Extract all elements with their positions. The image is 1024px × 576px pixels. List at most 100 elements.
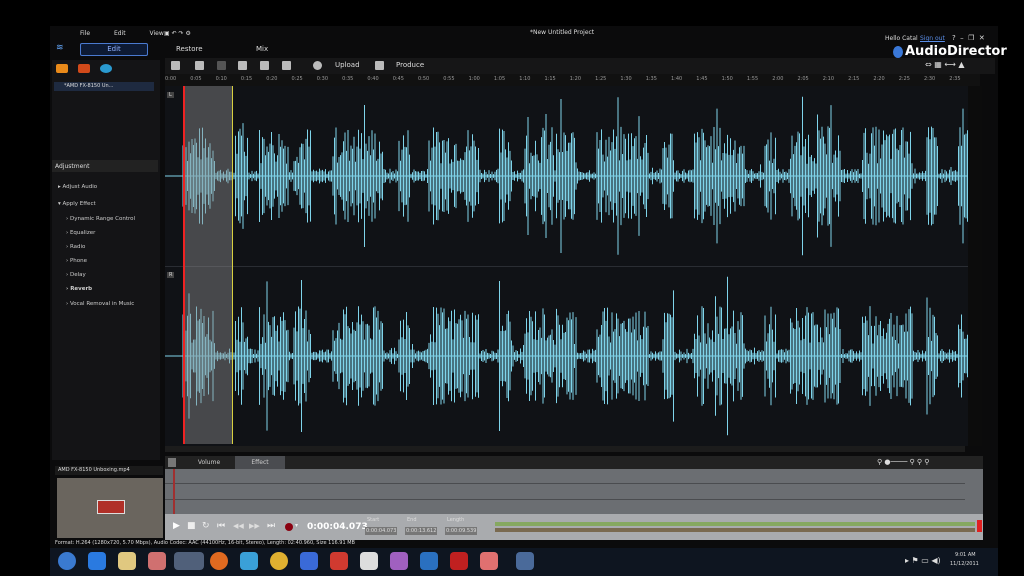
media-player-icon[interactable] <box>148 552 166 570</box>
clock-time[interactable]: 9:01 AM <box>955 552 976 558</box>
start-button[interactable] <box>58 552 76 570</box>
effect-vocal-removal[interactable]: › Vocal Removal in Music <box>66 301 134 307</box>
app-icon-5[interactable] <box>516 552 534 570</box>
explorer-icon[interactable] <box>118 552 136 570</box>
ccleaner-icon[interactable] <box>330 552 348 570</box>
app-icon-2[interactable] <box>360 552 378 570</box>
sign-out-link[interactable]: Sign out <box>920 35 945 42</box>
tray-icons[interactable]: ▸ ⚑ ▭ ◀) <box>905 556 941 565</box>
onenote-icon[interactable] <box>390 552 408 570</box>
ie-icon[interactable] <box>88 552 106 570</box>
bottom-tabs: Volume Effect ⚲ ●──── ⚲ ⚲ ⚲ <box>165 456 983 469</box>
transport-bar: ▶ ■ ↻ ⏮ ◀◀ ▶▶ ⏭ ▾ 0:00:04.073 Start 0:00… <box>165 514 983 540</box>
audiodirector-task-icon[interactable] <box>174 552 204 570</box>
record-button[interactable] <box>285 523 293 531</box>
minimize-button[interactable]: – <box>960 34 964 42</box>
play-button[interactable]: ▶ <box>173 521 180 531</box>
video-preview[interactable] <box>57 478 163 538</box>
crop-icon[interactable] <box>260 61 269 70</box>
redo-icon[interactable]: ↷ <box>179 30 184 37</box>
end-time-field[interactable]: 0:00:13.612 <box>405 527 438 535</box>
record-dropdown-icon[interactable]: ▾ <box>295 522 298 529</box>
mode-edit-button[interactable]: Edit <box>80 43 148 56</box>
clock-date[interactable]: 11/12/2011 <box>950 561 979 567</box>
db-scale <box>968 86 982 446</box>
selection-range[interactable] <box>183 86 233 444</box>
project-title: *New Untitled Project <box>530 29 595 36</box>
effect-equalizer[interactable]: › Equalizer <box>66 230 95 236</box>
settings-icon[interactable]: ⚙ <box>186 30 191 37</box>
zoom-slider[interactable]: ⚲ ●──── ⚲ ⚲ ⚲ <box>877 458 929 466</box>
previous-button[interactable]: ⏮ <box>217 521 225 531</box>
forward-button[interactable]: ▶▶ <box>249 522 260 530</box>
ruler-tick: 1:45 <box>696 76 708 82</box>
trim-icon[interactable] <box>171 61 180 70</box>
current-time: 0:00:04.073 <box>307 522 368 532</box>
mode-mix-button[interactable]: Mix <box>256 45 268 53</box>
apply-effect-group[interactable]: ▾ Apply Effect <box>58 201 96 207</box>
produce-button[interactable]: Produce <box>396 61 424 69</box>
ruler-tick: 1:30 <box>620 76 632 82</box>
view-toggle-icons[interactable]: ⇔ ▦ ⟷ ▲ <box>925 60 965 69</box>
length-field[interactable]: 0:00:09.539 <box>445 527 478 535</box>
app-icon-4[interactable] <box>480 552 498 570</box>
adjustment-title: Adjustment <box>55 163 90 170</box>
delete-icon[interactable] <box>238 61 247 70</box>
mode-restore-button[interactable]: Restore <box>176 45 203 53</box>
effect-dynamic-range[interactable]: › Dynamic Range Control <box>66 216 135 222</box>
tab-effect[interactable]: Effect <box>235 456 285 469</box>
effect-lanes[interactable] <box>165 469 983 514</box>
save-icon[interactable]: ▣ <box>164 30 170 37</box>
menu-file[interactable]: File <box>80 30 90 37</box>
effect-phone[interactable]: › Phone <box>66 258 87 264</box>
ruler-tick: 1:20 <box>569 76 582 82</box>
effect-reverb[interactable]: › Reverb <box>66 286 92 292</box>
import-cd-icon[interactable] <box>78 64 90 73</box>
horizontal-scrollbar[interactable] <box>165 446 965 452</box>
effect-radio[interactable]: › Radio <box>66 244 85 250</box>
start-time-field[interactable]: 0:00:04.073 <box>365 527 398 535</box>
firefox-icon[interactable] <box>210 552 228 570</box>
app-icon[interactable] <box>240 552 258 570</box>
ruler-tick: 0:30 <box>316 76 329 82</box>
mail-icon[interactable] <box>300 552 318 570</box>
import-media-icon[interactable] <box>56 64 68 73</box>
copy-icon[interactable] <box>195 61 204 70</box>
menu-edit[interactable]: Edit <box>114 30 126 37</box>
marker-icon[interactable] <box>282 61 291 70</box>
repeat-button[interactable]: ↻ <box>202 521 210 531</box>
effect-delay[interactable]: › Delay <box>66 272 86 278</box>
next-button[interactable]: ⏭ <box>267 521 275 531</box>
tab-volume[interactable]: Volume <box>185 456 233 469</box>
stop-button[interactable]: ■ <box>187 521 196 531</box>
close-button[interactable]: ✕ <box>979 34 985 42</box>
taskbar: ▸ ⚑ ▭ ◀) 9:01 AM 11/12/2011 <box>50 548 998 576</box>
chrome-icon[interactable] <box>270 552 288 570</box>
upload-button[interactable]: Upload <box>335 61 360 69</box>
track-label-left: L <box>167 92 174 98</box>
panel-toggle-icon[interactable] <box>168 458 176 467</box>
upload-icon[interactable] <box>313 61 322 70</box>
playhead[interactable] <box>183 86 185 444</box>
length-label: Length <box>447 517 465 523</box>
app-icon-3[interactable] <box>450 552 468 570</box>
selection-end-marker[interactable] <box>232 86 233 444</box>
ruler-tick: 0:05 <box>190 76 202 82</box>
online-library-icon[interactable] <box>100 64 112 73</box>
adjust-audio-group[interactable]: ▸ Adjust Audio <box>58 184 97 190</box>
photoshop-icon[interactable] <box>420 552 438 570</box>
ruler-tick: 0:00 <box>165 76 177 82</box>
undo-icon[interactable]: ↶ <box>172 30 177 37</box>
restore-button[interactable]: ❐ <box>968 34 974 42</box>
rewind-button[interactable]: ◀◀ <box>233 522 244 530</box>
clip-indicator <box>977 520 982 532</box>
paste-icon[interactable] <box>217 61 226 70</box>
time-ruler[interactable]: 0:00 0:05 0:10 0:15 0:20 0:25 0:30 0:35 0:40 0:45… <box>165 74 980 86</box>
help-button[interactable]: ? <box>952 34 956 42</box>
produce-icon[interactable] <box>375 61 384 70</box>
menu-view[interactable]: View <box>150 30 164 37</box>
channel-divider <box>165 266 975 267</box>
waveform-area[interactable]: L R <box>165 86 975 446</box>
media-item[interactable]: *AMD FX-8150 Un... <box>54 82 154 91</box>
ruler-tick: 0:20 <box>266 76 278 82</box>
